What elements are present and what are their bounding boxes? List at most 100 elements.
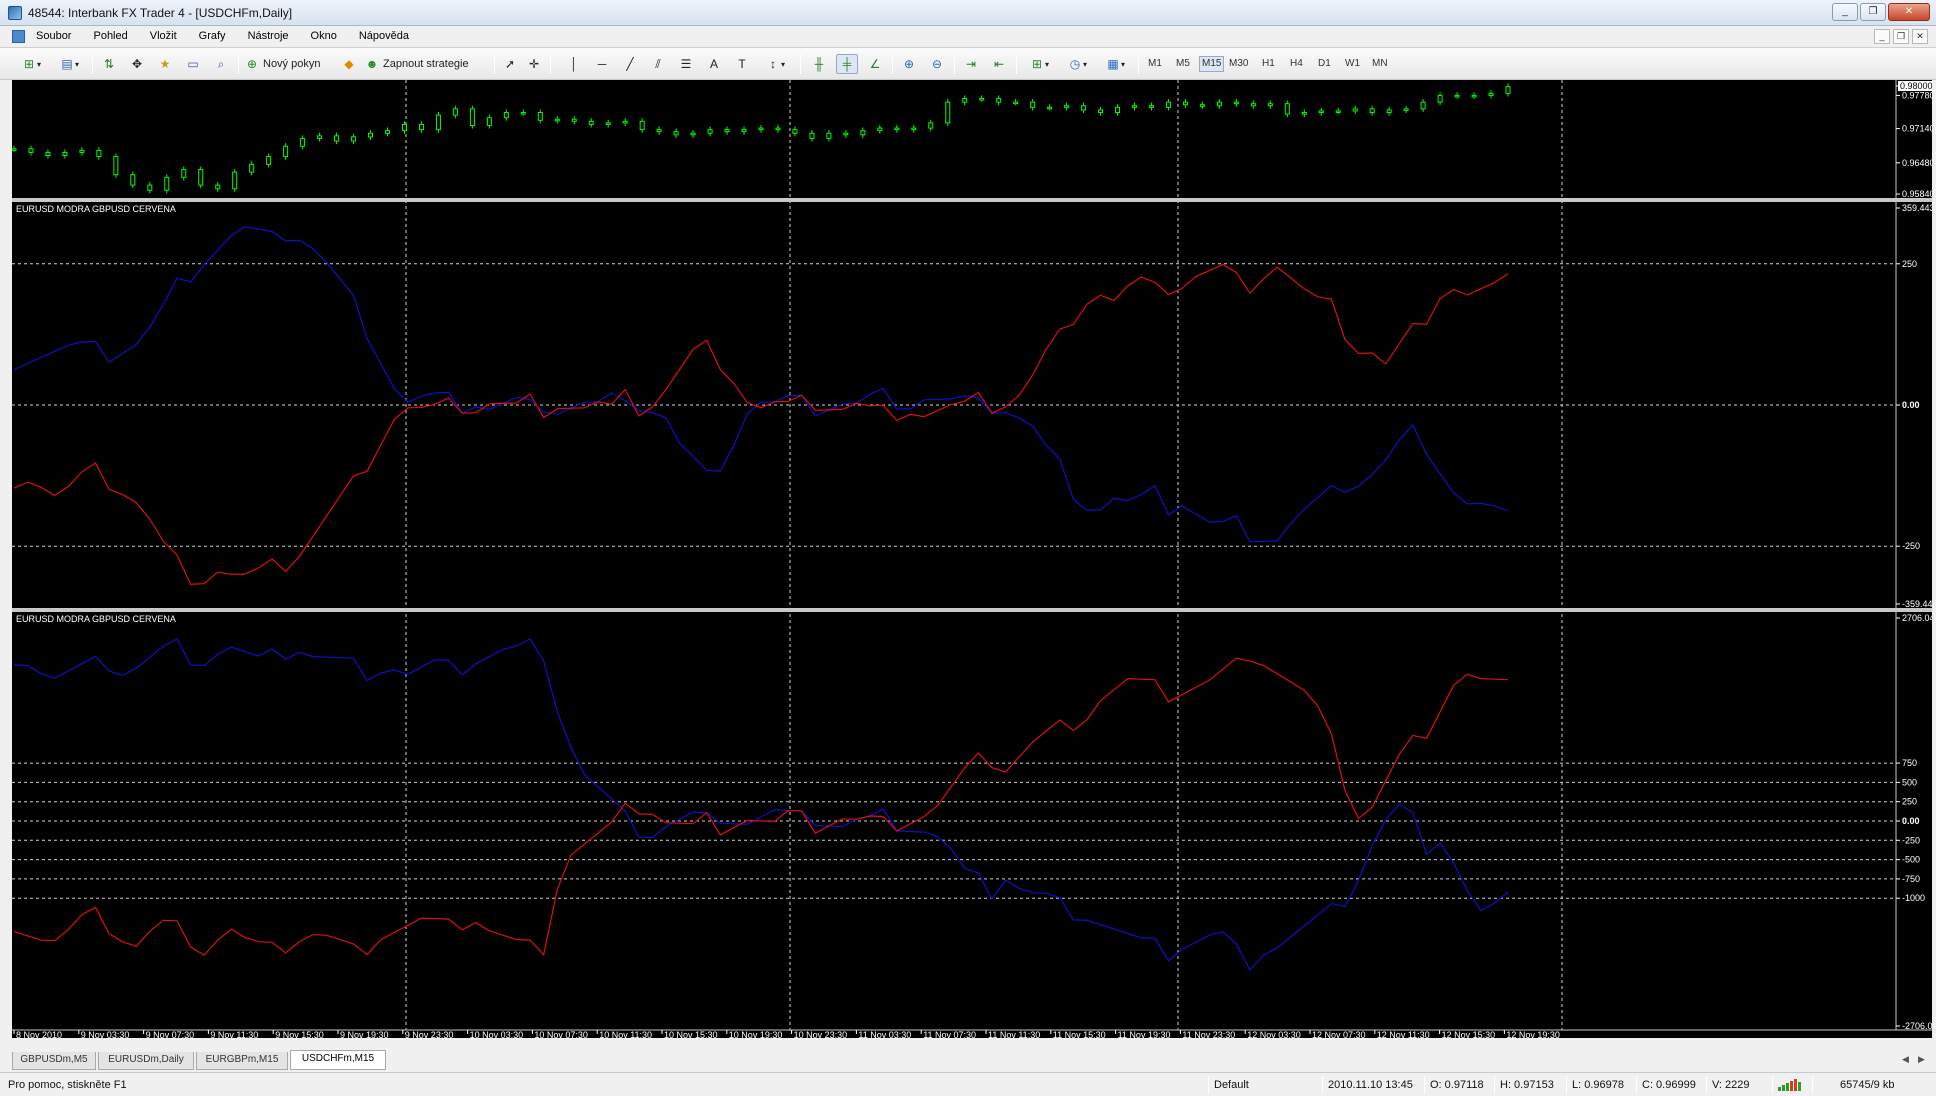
time-tick-label: 11 Nov 11:30 bbox=[988, 1030, 1040, 1038]
timeframe-w1[interactable]: W1 bbox=[1345, 58, 1360, 69]
menu-grafy[interactable]: Grafy bbox=[199, 30, 226, 42]
timeframe-h1[interactable]: H1 bbox=[1262, 58, 1275, 69]
fibonacci-tool[interactable]: ☰ bbox=[676, 54, 696, 74]
candlestick-chart-button[interactable]: ╪ bbox=[836, 54, 858, 74]
trendline-icon: ╱ bbox=[626, 57, 634, 71]
indicators-button[interactable]: ⊞ ▾ bbox=[1022, 54, 1056, 74]
time-tick-label: 12 Nov 03:30 bbox=[1247, 1030, 1301, 1038]
bar-chart-button[interactable]: ╫ bbox=[808, 54, 830, 74]
trendline-tool[interactable]: ╱ bbox=[620, 54, 640, 74]
tab-eurusdm-daily[interactable]: EURUSDm,Daily bbox=[98, 1052, 194, 1070]
menu-nastroje[interactable]: Nástroje bbox=[248, 30, 289, 42]
timeframe-d1[interactable]: D1 bbox=[1318, 58, 1331, 69]
strategy-tester-button[interactable]: ⌕ bbox=[210, 54, 232, 74]
navigator-icon: ★ bbox=[159, 57, 171, 71]
vertical-line-tool[interactable]: │ bbox=[564, 54, 584, 74]
new-chart-button[interactable]: ⊞ ▾ bbox=[14, 54, 48, 74]
tab-scroll-right-icon[interactable]: ▶ bbox=[1918, 1054, 1925, 1065]
price-bar-body bbox=[1301, 112, 1307, 115]
timeframe-mn[interactable]: MN bbox=[1372, 58, 1388, 69]
expert-advisors-button[interactable]: ☻ Zapnout strategie bbox=[364, 54, 488, 74]
level-tick-label: 250 bbox=[1902, 259, 1917, 269]
menu-vlozit[interactable]: Vložit bbox=[150, 30, 177, 42]
chart-window-icon[interactable] bbox=[12, 30, 25, 43]
metaeditor-button[interactable]: ◆ bbox=[338, 54, 360, 74]
expert-icon: ☻ bbox=[365, 57, 379, 71]
app-icon bbox=[8, 6, 22, 20]
timeframe-m15[interactable]: M15 bbox=[1199, 56, 1225, 72]
price-bar-body bbox=[656, 129, 662, 133]
menu-soubor[interactable]: Soubor bbox=[36, 30, 71, 42]
crosshair-tool[interactable]: ✛ bbox=[524, 54, 544, 74]
cursor-icon: ➚ bbox=[504, 57, 516, 71]
menu-okno[interactable]: Okno bbox=[311, 30, 337, 42]
price-bar-body bbox=[588, 120, 594, 125]
terminal-button[interactable]: ▭ bbox=[182, 54, 204, 74]
mdi-minimize-button[interactable]: _ bbox=[1874, 29, 1890, 44]
text-label-icon: T bbox=[738, 57, 746, 71]
line-chart-button[interactable]: ∠ bbox=[864, 54, 886, 74]
price-bar-body bbox=[1233, 101, 1239, 105]
timeframe-m1[interactable]: M1 bbox=[1148, 58, 1162, 69]
tab-scroll-left-icon[interactable]: ◀ bbox=[1902, 1054, 1909, 1065]
auto-scroll-button[interactable]: ⇥ bbox=[960, 54, 982, 74]
level-tick-label: 500 bbox=[1902, 777, 1917, 787]
level-tick-label: 0.00 bbox=[1902, 816, 1920, 826]
mdi-close-button[interactable]: ✕ bbox=[1912, 29, 1928, 44]
status-volume: V: 2229 bbox=[1712, 1079, 1750, 1091]
price-bar-body bbox=[877, 127, 883, 132]
navigator-button[interactable]: ★ bbox=[154, 54, 176, 74]
tab-gbpusdm-m5[interactable]: GBPUSDm,M5 bbox=[12, 1052, 96, 1070]
level-tick-label: 0.00 bbox=[1902, 400, 1920, 410]
price-bar-body bbox=[385, 130, 390, 134]
current-price-label: 0.98000 bbox=[1900, 81, 1932, 91]
text-tool[interactable]: A bbox=[704, 54, 724, 74]
close-button[interactable]: ✕ bbox=[1888, 3, 1930, 21]
price-bar-body bbox=[1030, 101, 1036, 108]
data-window-button[interactable]: ✥ bbox=[126, 54, 148, 74]
new-order-label: Nový pokyn bbox=[263, 58, 321, 70]
tab-eurgbpm-m15[interactable]: EURGBPm,M15 bbox=[196, 1052, 288, 1070]
price-bar-body bbox=[12, 148, 17, 151]
timeframe-m30[interactable]: M30 bbox=[1229, 58, 1248, 69]
time-tick-label: 10 Nov 11:30 bbox=[599, 1030, 652, 1038]
price-tick-label: 0.95840 bbox=[1902, 189, 1932, 199]
arrows-tool[interactable]: ↕ ▾ bbox=[760, 54, 790, 74]
time-tick-label: 10 Nov 07:30 bbox=[534, 1030, 588, 1038]
price-bar bbox=[945, 99, 951, 126]
time-tick-label: 12 Nov 11:30 bbox=[1377, 1030, 1430, 1038]
price-bar-body bbox=[690, 132, 696, 136]
zoom-in-icon: ⊕ bbox=[903, 57, 915, 71]
time-tick-label: 11 Nov 07:30 bbox=[923, 1030, 976, 1038]
minimize-button[interactable]: _ bbox=[1832, 3, 1858, 21]
status-traffic: 65745/9 kb bbox=[1840, 1079, 1895, 1091]
profiles-icon: ▤ bbox=[61, 57, 73, 71]
toolbar: ⊞ ▾ ▤ ▾ ⇅ ✥ ★ ▭ ⌕ ⊕ Nový pokyn ◆ ☻ Zapnout s… bbox=[0, 48, 1936, 80]
zoom-in-button[interactable]: ⊕ bbox=[898, 54, 920, 74]
text-label-tool[interactable]: T bbox=[732, 54, 752, 74]
zoom-out-button[interactable]: ⊖ bbox=[926, 54, 948, 74]
periods-button[interactable]: ◷ ▾ bbox=[1060, 54, 1094, 74]
price-bar-body bbox=[249, 163, 255, 173]
channel-tool[interactable]: ⫽ bbox=[648, 54, 668, 74]
templates-button[interactable]: ▦ ▾ bbox=[1098, 54, 1132, 74]
horizontal-line-icon: ─ bbox=[597, 57, 607, 71]
chart-shift-button[interactable]: ⇤ bbox=[988, 54, 1010, 74]
tab-usdchfm-m15[interactable]: USDCHFm,M15 bbox=[290, 1050, 386, 1070]
market-watch-button[interactable]: ⇅ bbox=[98, 54, 120, 74]
menu-napoveda[interactable]: Nápověda bbox=[359, 30, 409, 42]
chart-window[interactable]: 0.980000.977800.971400.964800.958400.980… bbox=[12, 80, 1932, 1038]
restore-button[interactable]: ❐ bbox=[1860, 3, 1886, 21]
timeframe-h4[interactable]: H4 bbox=[1290, 58, 1303, 69]
time-tick-label: 11 Nov 15:30 bbox=[1053, 1030, 1106, 1038]
price-bar-body bbox=[1352, 108, 1358, 112]
horizontal-line-tool[interactable]: ─ bbox=[592, 54, 612, 74]
profiles-button[interactable]: ▤ ▾ bbox=[52, 54, 86, 74]
menu-pohled[interactable]: Pohled bbox=[93, 30, 127, 42]
cursor-tool[interactable]: ➚ bbox=[500, 54, 520, 74]
timeframe-m5[interactable]: M5 bbox=[1176, 58, 1190, 69]
time-tick-label: 9 Nov 23:30 bbox=[405, 1030, 454, 1038]
mdi-restore-button[interactable]: ❐ bbox=[1893, 29, 1909, 44]
price-bar-body bbox=[1267, 103, 1273, 107]
new-order-button[interactable]: ⊕ Nový pokyn bbox=[244, 54, 332, 74]
